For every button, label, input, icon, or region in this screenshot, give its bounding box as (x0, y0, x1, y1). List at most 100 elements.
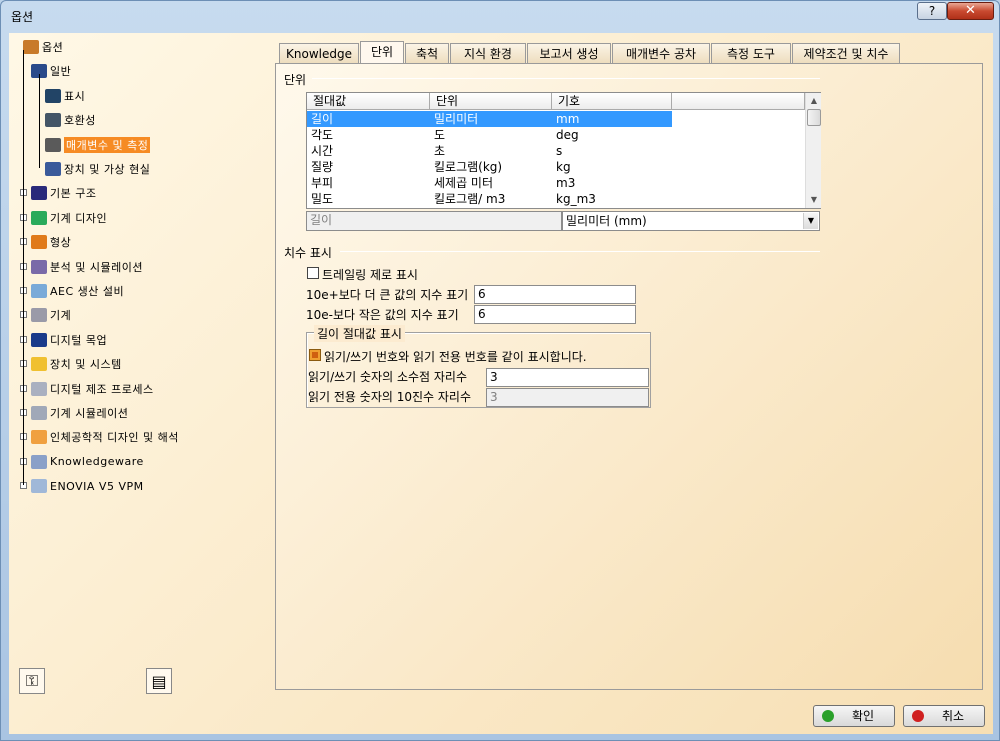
devices-vr-icon (45, 162, 61, 176)
tree-item-analysis-simulation[interactable]: 분석 및 시뮬레이션 (31, 258, 143, 276)
dimension-group-divider (340, 251, 820, 252)
scroll-thumb[interactable] (807, 109, 821, 126)
tree-item-digital-process[interactable]: 디지털 제조 프로세스 (31, 380, 154, 398)
same-display-checkbox[interactable] (309, 349, 321, 361)
ok-button[interactable]: 확인 (813, 705, 895, 727)
options-list-button[interactable]: ▤ (146, 668, 172, 694)
tab-3[interactable]: 지식 환경 (450, 43, 526, 64)
unit-select[interactable]: 밀리미터 (mm) ▼ (562, 211, 820, 231)
ro-decimal-input: 3 (486, 388, 649, 407)
scroll-up-icon[interactable]: ▲ (806, 93, 822, 109)
table-cell: 도 (434, 128, 446, 142)
tree-item-enovia[interactable]: ENOVIA V5 VPM (31, 477, 144, 495)
table-cell: 시간 (311, 144, 334, 158)
close-button[interactable]: ✕ (947, 2, 994, 20)
exp-large-input[interactable]: 6 (474, 285, 636, 304)
options-tree: 옵션일반표시호환성매개변수 및 측정장치 및 가상 현실기본 구조기계 디자인형… (17, 38, 277, 678)
tree-item-options[interactable]: 옵션 (23, 38, 63, 56)
tree-item-label: 기계 시뮬레이션 (50, 407, 129, 420)
tree-item-general[interactable]: 일반 (31, 62, 71, 80)
display-icon (45, 88, 61, 103)
tab-6[interactable]: 측정 도구 (711, 43, 791, 64)
tree-item-digital-mockup[interactable]: 디지털 목업 (31, 331, 107, 349)
table-cell: 각도 (311, 128, 334, 142)
tree-item-machining[interactable]: 기계 (31, 306, 71, 324)
tree-item-label: 기계 (50, 309, 72, 323)
tree-item-machining-simulation[interactable]: 기계 시뮬레이션 (31, 404, 128, 422)
tree-item-infrastructure[interactable]: 기본 구조 (31, 184, 96, 202)
length-display-group-label: 길이 절대값 표시 (314, 325, 405, 342)
tree-item-parameters-measure[interactable]: 매개변수 및 측정 (45, 136, 151, 154)
table-row[interactable]: 길이 밀리미터 mm (307, 111, 672, 127)
options-list-icon: ▤ (151, 671, 167, 691)
table-row[interactable]: 시간 초 s (307, 143, 672, 159)
units-list-scrollbar[interactable]: ▲ ▼ (805, 93, 821, 208)
units-group-label: 단위 (284, 73, 307, 87)
chevron-down-icon[interactable]: ▼ (803, 213, 818, 229)
tree-item-display[interactable]: 표시 (45, 87, 85, 105)
dimension-group-label: 치수 표시 (284, 246, 332, 260)
tree-item-label: 매개변수 및 측정 (64, 136, 151, 153)
tab-5[interactable]: 매개변수 공차 (612, 43, 710, 64)
table-row[interactable]: 부피 세제곱 미터 m3 (307, 175, 672, 191)
tab-7[interactable]: 제약조건 및 치수 (792, 43, 900, 64)
column-header[interactable]: 절대값 (307, 93, 430, 110)
exp-small-input[interactable]: 6 (474, 305, 636, 324)
tree-item-equipment-systems[interactable]: 장치 및 시스템 (31, 355, 122, 373)
tree-item-label: 분석 및 시뮬레이션 (50, 260, 143, 274)
trailing-zero-label: 트레일링 제로 표시 (322, 268, 418, 282)
digital-mockup-icon (31, 332, 47, 347)
table-cell: m3 (556, 176, 576, 190)
tree-item-label: 인체공학적 디자인 및 해석 (50, 431, 179, 445)
tree-item-devices-vr[interactable]: 장치 및 가상 현실 (45, 160, 150, 178)
tree-item-label: 기계 디자인 (50, 211, 108, 225)
tree-item-label: AEC 생산 설비 (50, 285, 125, 298)
units-list[interactable]: ▲ ▼ 절대값 단위 기호 길이 밀리미터 mm 각도 도 deg 시간 초 s 질량 킬로그램(kg) k… (306, 92, 821, 209)
tree-connector (39, 74, 40, 168)
tree-item-shape[interactable]: 형상 (31, 233, 71, 251)
tree-item-knowledgeware[interactable]: Knowledgeware (31, 453, 144, 471)
tab-0[interactable]: Knowledge (279, 43, 359, 64)
options-window: 옵션 ? ✕ 옵션일반표시호환성매개변수 및 측정장치 및 가상 현실기본 구조… (0, 0, 1000, 741)
tree-item-label: 표시 (64, 89, 86, 103)
table-cell: 초 (434, 144, 446, 158)
tab-2[interactable]: 축척 (405, 43, 449, 64)
ro-decimal-label: 읽기 전용 숫자의 10진수 자리수 (308, 390, 472, 404)
dialog-client: 옵션일반표시호환성매개변수 및 측정장치 및 가상 현실기본 구조기계 디자인형… (9, 33, 993, 734)
mechanical-design-icon (31, 210, 47, 225)
column-header[interactable]: 단위 (430, 93, 552, 110)
cancel-label: 취소 (942, 709, 965, 723)
tree-item-aec-plant[interactable]: AEC 생산 설비 (31, 282, 124, 300)
table-row[interactable]: 각도 도 deg (307, 127, 672, 143)
tree-item-compatibility[interactable]: 호환성 (45, 111, 96, 129)
title-bar[interactable]: 옵션 ? ✕ (1, 1, 1000, 33)
rw-decimal-label: 읽기/쓰기 숫자의 소수점 자리수 (308, 370, 468, 384)
tree-item-mechanical-design[interactable]: 기계 디자인 (31, 209, 107, 227)
shape-icon (31, 235, 47, 250)
tree-item-ergonomics[interactable]: 인체공학적 디자인 및 해석 (31, 428, 179, 446)
column-header[interactable]: 기호 (552, 93, 672, 110)
table-cell: 킬로그램(kg) (434, 160, 503, 174)
table-cell: mm (556, 112, 580, 126)
table-cell: 밀도 (311, 192, 334, 206)
parameters-measure-icon (45, 137, 61, 152)
lock-settings-button[interactable]: ⚿ (19, 668, 45, 694)
scroll-down-icon[interactable]: ▼ (806, 192, 822, 208)
trailing-zero-checkbox[interactable] (307, 267, 319, 279)
table-row[interactable]: 질량 킬로그램(kg) kg (307, 159, 672, 175)
tree-item-label: 장치 및 시스템 (50, 358, 122, 372)
help-button[interactable]: ? (917, 2, 947, 20)
tab-4[interactable]: 보고서 생성 (527, 43, 611, 64)
table-cell: 부피 (311, 176, 334, 190)
unit-select-value: 밀리미터 (mm) (566, 214, 647, 228)
tree-item-label: 장치 및 가상 현실 (64, 163, 151, 176)
ok-icon (822, 710, 834, 722)
tab-1[interactable]: 단위 (360, 41, 404, 65)
table-row[interactable]: 밀도 킬로그램/ m3 kg_m3 (307, 191, 672, 207)
knowledgeware-icon (31, 454, 47, 469)
tree-item-label: 형상 (50, 236, 72, 250)
rw-decimal-input[interactable]: 3 (486, 368, 649, 387)
same-display-label: 읽기/쓰기 번호와 읽기 전용 번호를 같이 표시합니다. (324, 350, 587, 364)
cancel-button[interactable]: 취소 (903, 705, 985, 727)
table-cell: kg (556, 160, 571, 174)
